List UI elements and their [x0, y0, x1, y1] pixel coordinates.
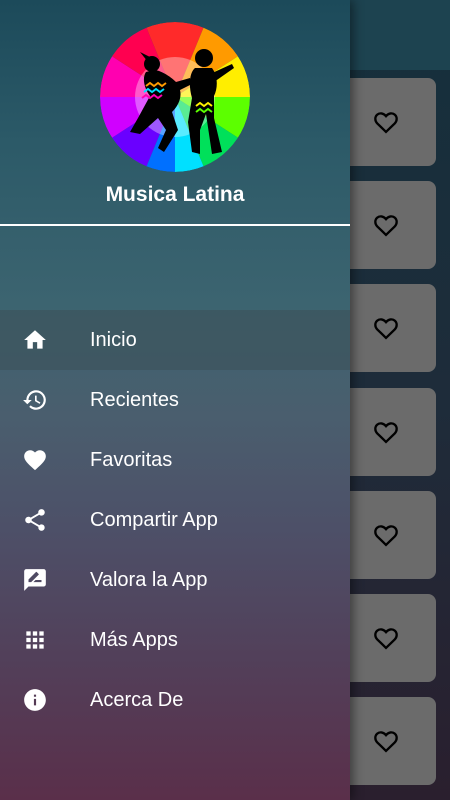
menu-label: Acerca De [90, 688, 184, 711]
rate-review-icon [21, 566, 49, 594]
home-icon [21, 326, 49, 354]
menu-item-valora[interactable]: Valora la App [0, 550, 350, 610]
share-icon [21, 506, 49, 534]
favorite-outline-icon[interactable] [372, 211, 400, 239]
favorite-outline-icon[interactable] [372, 521, 400, 549]
song-card[interactable] [336, 78, 436, 166]
song-card[interactable] [336, 181, 436, 269]
menu-label: Compartir App [90, 508, 218, 531]
song-card[interactable] [336, 284, 436, 372]
menu-label: Más Apps [90, 628, 178, 651]
menu-item-favoritas[interactable]: Favoritas [0, 430, 350, 490]
favorite-outline-icon[interactable] [372, 727, 400, 755]
favorite-outline-icon[interactable] [372, 314, 400, 342]
menu-item-mas-apps[interactable]: Más Apps [0, 610, 350, 670]
favorite-outline-icon[interactable] [372, 418, 400, 446]
menu-item-recientes[interactable]: Recientes [0, 370, 350, 430]
app-logo [100, 22, 250, 172]
menu-label: Favoritas [90, 448, 173, 471]
song-card[interactable] [336, 594, 436, 682]
menu-item-compartir[interactable]: Compartir App [0, 490, 350, 550]
song-card[interactable] [336, 491, 436, 579]
navigation-drawer: Musica Latina Inicio Recientes Favoritas… [0, 0, 350, 800]
song-card[interactable] [336, 388, 436, 476]
apps-grid-icon [21, 626, 49, 654]
menu-label: Valora la App [90, 568, 208, 591]
menu-item-inicio[interactable]: Inicio [0, 310, 350, 370]
drawer-header: Musica Latina [0, 0, 350, 226]
favorite-outline-icon[interactable] [372, 108, 400, 136]
menu-item-acerca[interactable]: Acerca De [0, 670, 350, 730]
song-card[interactable] [336, 697, 436, 785]
heart-icon [21, 446, 49, 474]
favorite-outline-icon[interactable] [372, 624, 400, 652]
info-icon [21, 686, 49, 714]
menu-label: Inicio [90, 328, 137, 351]
menu-label: Recientes [90, 388, 179, 411]
history-icon [21, 386, 49, 414]
app-title: Musica Latina [105, 183, 245, 206]
